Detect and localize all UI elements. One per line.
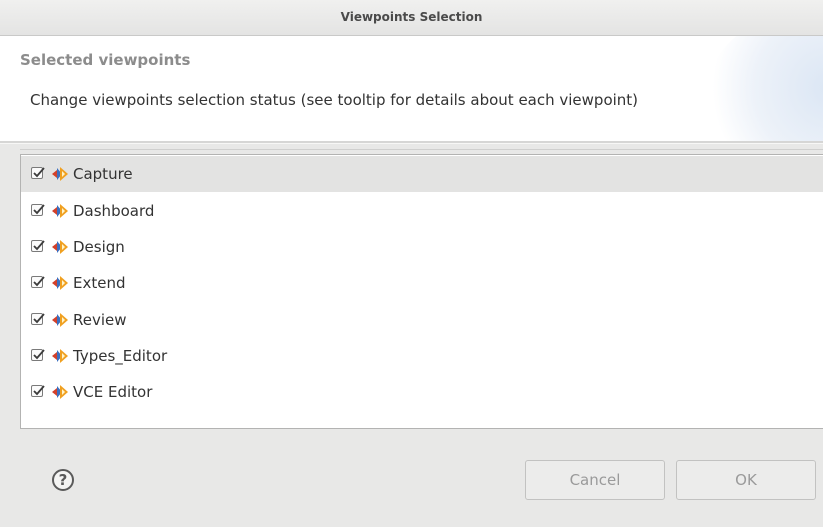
viewpoint-row[interactable]: Design: [21, 229, 823, 265]
header-title: Selected viewpoints: [20, 51, 191, 69]
checkbox-checked-icon[interactable]: [31, 349, 45, 361]
viewpoint-icon: [51, 239, 69, 255]
viewpoint-label: VCE Editor: [73, 383, 153, 401]
viewpoint-icon: [51, 166, 69, 182]
checkbox-checked-icon[interactable]: [31, 240, 45, 252]
viewpoint-row[interactable]: VCE Editor: [21, 374, 823, 410]
checkbox-checked-icon[interactable]: [31, 385, 45, 397]
viewpoint-icon: [51, 203, 69, 219]
dialog-header: Selected viewpoints Change viewpoints se…: [0, 36, 823, 141]
viewpoint-icon: [51, 275, 69, 291]
cancel-button[interactable]: Cancel: [525, 460, 665, 500]
viewpoint-label: Extend: [73, 274, 126, 292]
viewpoint-row[interactable]: Extend: [21, 265, 823, 301]
header-message: Change viewpoints selection status (see …: [30, 91, 639, 109]
viewpoint-icon: [51, 312, 69, 328]
header-separator: [0, 141, 823, 144]
checkbox-checked-icon[interactable]: [31, 167, 45, 179]
header-banner-decoration: [703, 36, 823, 141]
viewpoint-label: Dashboard: [73, 202, 155, 220]
ok-button[interactable]: OK: [676, 460, 816, 500]
viewpoint-icon: [51, 348, 69, 364]
viewpoints-list[interactable]: Capture Dashboard Design Extend Review Types_…: [20, 154, 823, 429]
title-bar[interactable]: Viewpoints Selection: [0, 0, 823, 36]
viewpoint-row[interactable]: Review: [21, 302, 823, 338]
viewpoint-label: Types_Editor: [73, 347, 168, 365]
viewpoints-selection-dialog: Viewpoints Selection Selected viewpoints…: [0, 0, 823, 527]
checkbox-checked-icon[interactable]: [31, 204, 45, 216]
viewpoint-label: Design: [73, 238, 125, 256]
viewpoint-row[interactable]: Types_Editor: [21, 338, 823, 374]
viewpoint-icon: [51, 384, 69, 400]
checkbox-checked-icon[interactable]: [31, 313, 45, 325]
viewpoint-label: Review: [73, 311, 127, 329]
window-title: Viewpoints Selection: [340, 10, 483, 24]
help-icon[interactable]: ?: [52, 469, 74, 491]
viewpoint-label: Capture: [73, 165, 133, 183]
list-top-separator: [20, 149, 823, 150]
viewpoint-row[interactable]: Capture: [21, 156, 823, 192]
checkbox-checked-icon[interactable]: [31, 276, 45, 288]
viewpoint-row[interactable]: Dashboard: [21, 193, 823, 229]
